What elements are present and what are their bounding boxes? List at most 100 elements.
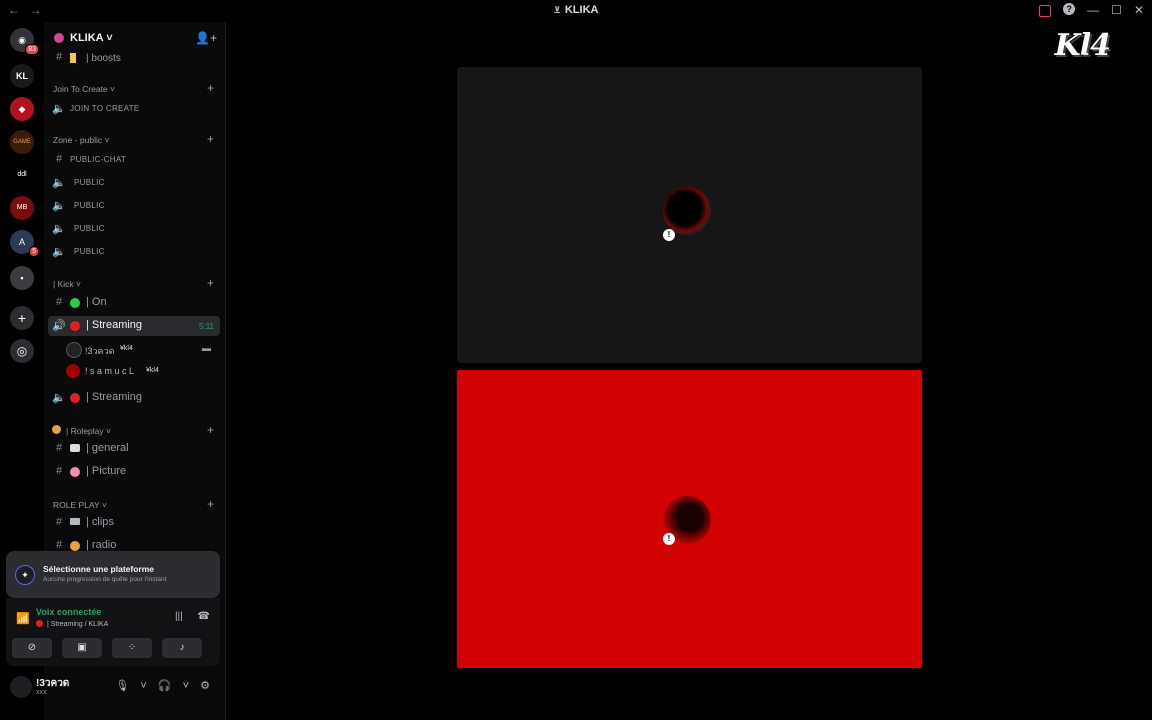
add-channel-icon[interactable]: + <box>207 132 214 146</box>
channel-on[interactable]: # | On <box>48 293 220 313</box>
hash-icon: # <box>55 516 63 528</box>
channel-streaming-active[interactable]: 🔊 | Streaming 5:11 <box>48 316 220 336</box>
server-flower-icon <box>54 33 64 43</box>
home-badge: 83 <box>25 44 39 55</box>
category-zone-public[interactable]: Zone - public ˅ + <box>48 129 220 149</box>
activities-button[interactable]: ⁘ <box>112 638 152 658</box>
add-server-button[interactable]: + <box>10 306 34 330</box>
gear-icon[interactable]: ⚙ <box>200 680 210 692</box>
server-icon-shield[interactable]: ◆ <box>10 97 34 121</box>
soundboard-button[interactable]: ♪ <box>162 638 202 658</box>
participant-tile[interactable]: ! <box>457 67 922 363</box>
close-button[interactable]: ✕ <box>1134 3 1144 17</box>
add-channel-icon[interactable]: + <box>207 276 214 290</box>
brand-logo: Kl4 <box>1054 28 1111 63</box>
inbox-icon[interactable] <box>1039 5 1052 17</box>
lightning-icon <box>70 53 76 63</box>
channel-public-3[interactable]: 🔈 PUBLIC <box>48 219 220 239</box>
red-circle-icon <box>36 620 43 627</box>
red-circle-icon <box>70 321 80 331</box>
microphone-icon[interactable]: 🎙 <box>115 680 129 692</box>
category-role-play[interactable]: ROLE PLAY ˅ + <box>48 494 220 514</box>
server-icon-game[interactable]: GAME <box>10 130 34 154</box>
hash-icon: # <box>55 296 63 308</box>
target-icon <box>52 425 61 434</box>
hash-icon: # <box>55 539 63 551</box>
blossom-icon <box>70 467 80 477</box>
streaming-icon: ▬ <box>202 343 211 353</box>
add-channel-icon[interactable]: + <box>207 81 214 95</box>
channel-general[interactable]: # | general <box>48 439 220 459</box>
category-roleplay[interactable]: | Roleplay ˅ + <box>48 420 220 440</box>
maximize-button[interactable]: ☐ <box>1111 3 1122 17</box>
disconnect-icon[interactable]: ☎ <box>198 611 210 622</box>
channel-public-2[interactable]: 🔈 PUBLIC <box>48 196 220 216</box>
voice-user[interactable]: ! s a m u c L ¥kl4 <box>64 362 214 382</box>
speech-bubble-icon <box>70 444 80 452</box>
user-panel: !3วควด xxx 🎙 ˅ 🎧 ˅ ⚙ <box>6 670 220 706</box>
voice-user[interactable]: !3วควด ¥kl4 ▬ <box>64 340 214 360</box>
channel-picture[interactable]: # | Picture <box>48 462 220 482</box>
quest-panel[interactable]: ✦ Sélectionne une plateforme Aucune prog… <box>6 551 220 598</box>
channel-public-chat[interactable]: # PUBLIC-CHAT <box>48 150 220 170</box>
hash-icon: # <box>55 442 63 454</box>
camera-off-button[interactable]: ⊘ <box>12 638 52 658</box>
speaker-icon: 🔈 <box>52 246 66 258</box>
channel-public-4[interactable]: 🔈 PUBLIC <box>48 242 220 262</box>
minimize-button[interactable]: — <box>1087 3 1099 17</box>
channel-join-to-create[interactable]: 🔈 JOIN TO CREATE <box>48 99 220 119</box>
speaker-icon: 🔈 <box>52 392 66 404</box>
signal-icon[interactable]: 📶 <box>16 612 30 625</box>
channel-clips[interactable]: # | clips <box>48 513 220 533</box>
window-controls: ? — ☐ ✕ <box>1039 3 1144 17</box>
speaker-icon: 🔈 <box>52 177 66 189</box>
speaker-icon: 🔈 <box>52 103 66 115</box>
chevron-down-icon[interactable]: ˅ <box>183 680 189 692</box>
hash-icon: # <box>55 465 63 477</box>
speaker-icon: 🔈 <box>52 200 66 212</box>
speaker-icon: 🔊 <box>52 320 66 332</box>
add-channel-icon[interactable]: + <box>207 423 214 437</box>
add-channel-icon[interactable]: + <box>207 497 214 511</box>
server-folder[interactable]: A 5 <box>10 230 39 257</box>
voice-connection-panel: 📶 Voix connectée | Streaming / KLIKA |||… <box>6 598 220 666</box>
chevron-down-icon[interactable]: ˅ <box>140 680 146 692</box>
channel-boosts[interactable]: # | boosts <box>48 48 220 68</box>
server-name: KLIKA ˅ <box>70 32 113 44</box>
category-join-to-create[interactable]: Join To Create ˅ + <box>48 78 220 98</box>
quest-title: Sélectionne une plateforme <box>43 564 154 574</box>
server-folder-2[interactable]: ▪ <box>10 266 34 290</box>
title-bar: ← → ⊻ KLIKA ? — ☐ ✕ <box>0 0 1152 22</box>
category-kick[interactable]: | Kick ˅ + <box>48 273 220 293</box>
participant-avatar <box>663 187 711 235</box>
help-icon[interactable]: ? <box>1063 3 1076 15</box>
noise-suppression-icon[interactable]: ||| <box>175 611 183 622</box>
avatar <box>66 342 82 358</box>
speaker-icon: 🔈 <box>52 223 66 235</box>
channel-streaming[interactable]: 🔈 | Streaming <box>48 388 220 408</box>
film-icon <box>70 518 80 525</box>
home-button[interactable]: ◉ 83 <box>10 28 39 55</box>
channel-public-1[interactable]: 🔈 PUBLIC <box>48 173 220 193</box>
server-icon-klika[interactable]: KL <box>10 64 34 88</box>
red-circle-icon <box>70 393 80 403</box>
participant-tile[interactable]: ! <box>457 370 922 668</box>
voice-stage: Kl4 ! ! <box>226 22 1152 720</box>
voice-timer: 5:11 <box>199 322 214 331</box>
explore-servers-icon[interactable]: ◎ <box>10 339 34 363</box>
window-title: ⊻ KLIKA <box>553 4 599 16</box>
server-icon-ddl[interactable]: ddl <box>10 163 34 187</box>
voice-channel-detail[interactable]: | Streaming / KLIKA <box>36 620 108 628</box>
hash-icon: # <box>55 153 63 165</box>
user-status: xxx <box>36 689 47 696</box>
server-icon-mb[interactable]: MB <box>10 196 34 220</box>
invite-icon[interactable]: 👤+ <box>195 31 217 45</box>
headphones-icon[interactable]: 🎧 <box>158 680 172 692</box>
avatar[interactable] <box>10 676 32 698</box>
screen-share-button[interactable]: ▣ <box>62 638 102 658</box>
avatar <box>66 364 80 378</box>
folder-badge: 5 <box>29 246 39 257</box>
quest-subtitle: Aucune progression de quête pour l'insta… <box>43 576 167 583</box>
alarm-clock-icon <box>70 541 80 551</box>
voice-status[interactable]: Voix connectée <box>36 607 101 617</box>
